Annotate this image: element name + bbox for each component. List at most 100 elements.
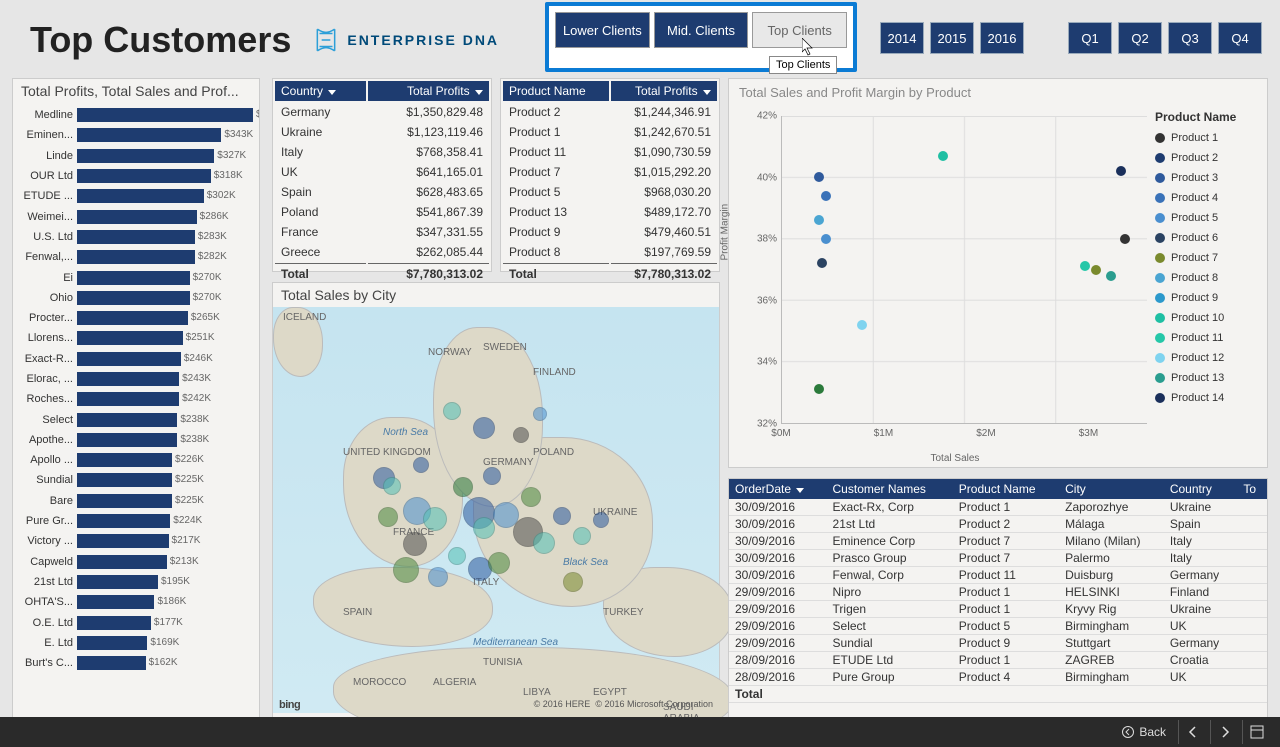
col-total-profits[interactable]: Total Profits — [368, 81, 489, 101]
bar-row[interactable]: Select$238K — [19, 409, 253, 429]
map-bubble[interactable] — [393, 557, 419, 583]
legend-item[interactable]: Product 9 — [1155, 288, 1265, 308]
col-product name[interactable]: Product Name — [953, 479, 1059, 499]
segment-button[interactable]: Mid. Clients — [654, 12, 749, 48]
map-bubble[interactable] — [563, 572, 583, 592]
bar-row[interactable]: 21st Ltd$195K — [19, 572, 253, 592]
bar-row[interactable]: E. Ltd$169K — [19, 633, 253, 653]
bar-row[interactable]: ETUDE ...$302K — [19, 186, 253, 206]
map-bubble[interactable] — [413, 457, 429, 473]
map-bubble[interactable] — [488, 552, 510, 574]
col-orderdate[interactable]: OrderDate — [729, 479, 827, 499]
col-total-profits[interactable]: Total Profits — [611, 81, 717, 101]
bar-row[interactable]: OHTA'S...$186K — [19, 592, 253, 612]
bar-row[interactable]: Roches...$242K — [19, 389, 253, 409]
legend-item[interactable]: Product 6 — [1155, 228, 1265, 248]
map-bubble[interactable] — [533, 532, 555, 554]
table-row[interactable]: Product 11$1,090,730.59 — [503, 143, 717, 161]
legend-item[interactable]: Product 3 — [1155, 168, 1265, 188]
product-profits-table[interactable]: Product Name Total Profits Product 2$1,2… — [500, 78, 720, 272]
table-row[interactable]: Product 9$479,460.51 — [503, 223, 717, 241]
table-row[interactable]: Product 13$489,172.70 — [503, 203, 717, 221]
map-bubble[interactable] — [378, 507, 398, 527]
bar-row[interactable]: Exact-R...$246K — [19, 349, 253, 369]
quarter-button[interactable]: Q1 — [1068, 22, 1112, 54]
legend-item[interactable]: Product 1 — [1155, 128, 1265, 148]
bar-row[interactable]: Linde$327K — [19, 146, 253, 166]
year-button[interactable]: 2015 — [930, 22, 974, 54]
bar-row[interactable]: Ohio$270K — [19, 288, 253, 308]
bar-row[interactable]: Medline$421K — [19, 105, 253, 125]
table-row[interactable]: 30/09/2016Eminence CorpProduct 7Milano (… — [729, 533, 1267, 550]
table-row[interactable]: Poland$541,867.39 — [275, 203, 489, 221]
bar-row[interactable]: Elorac, ...$243K — [19, 369, 253, 389]
year-button[interactable]: 2016 — [980, 22, 1024, 54]
table-row[interactable]: 29/09/2016NiproProduct 1HELSINKIFinland — [729, 584, 1267, 601]
map-bubble[interactable] — [473, 417, 495, 439]
map-bubble[interactable] — [521, 487, 541, 507]
table-row[interactable]: UK$641,165.01 — [275, 163, 489, 181]
table-row[interactable]: 29/09/2016TrigenProduct 1Kryvy RigUkrain… — [729, 601, 1267, 618]
table-row[interactable]: 29/09/2016SundialProduct 9StuttgartGerma… — [729, 635, 1267, 652]
map-bubble[interactable] — [553, 507, 571, 525]
segment-button[interactable]: Top Clients — [752, 12, 847, 48]
quarter-button[interactable]: Q3 — [1168, 22, 1212, 54]
table-row[interactable]: 30/09/2016Prasco GroupProduct 7PalermoIt… — [729, 550, 1267, 567]
map-bubble[interactable] — [593, 512, 609, 528]
col-product-name[interactable]: Product Name — [503, 81, 609, 101]
scatter-point[interactable] — [821, 191, 831, 201]
map-bubble[interactable] — [483, 467, 501, 485]
bar-row[interactable]: OUR Ltd$318K — [19, 166, 253, 186]
map-bubble[interactable] — [443, 402, 461, 420]
scatter-point[interactable] — [1080, 261, 1090, 271]
map-bubble[interactable] — [473, 517, 495, 539]
bar-row[interactable]: Burt's C...$162K — [19, 653, 253, 673]
scatter-point[interactable] — [938, 151, 948, 161]
scatter-point[interactable] — [817, 258, 827, 268]
bar-row[interactable]: Fenwal,...$282K — [19, 247, 253, 267]
bar-row[interactable]: O.E. Ltd$177K — [19, 612, 253, 632]
table-row[interactable]: France$347,331.55 — [275, 223, 489, 241]
table-row[interactable]: Ukraine$1,123,119.46 — [275, 123, 489, 141]
scatter-point[interactable] — [1120, 234, 1130, 244]
table-row[interactable]: Product 8$197,769.59 — [503, 243, 717, 261]
bar-row[interactable]: Sundial$225K — [19, 470, 253, 490]
scatter-point[interactable] — [1116, 166, 1126, 176]
map-bubble[interactable] — [533, 407, 547, 421]
customer-profits-bar-chart[interactable]: Total Profits, Total Sales and Prof... M… — [12, 78, 260, 718]
bar-row[interactable]: Llorens...$251K — [19, 328, 253, 348]
col-country[interactable]: Country — [1164, 479, 1238, 499]
legend-item[interactable]: Product 14 — [1155, 388, 1265, 408]
table-row[interactable]: 30/09/201621st LtdProduct 2MálagaSpain — [729, 516, 1267, 533]
scatter-point[interactable] — [821, 234, 831, 244]
quarter-button[interactable]: Q2 — [1118, 22, 1162, 54]
map-bubble[interactable] — [428, 567, 448, 587]
legend-item[interactable]: Product 2 — [1155, 148, 1265, 168]
bar-row[interactable]: Apollo ...$226K — [19, 450, 253, 470]
year-button[interactable]: 2014 — [880, 22, 924, 54]
map-bubble[interactable] — [573, 527, 591, 545]
scatter-point[interactable] — [1091, 265, 1101, 275]
table-row[interactable]: 28/09/2016ETUDE LtdProduct 1ZAGREBCroati… — [729, 652, 1267, 669]
col-to[interactable]: To — [1237, 479, 1267, 499]
next-page-button[interactable] — [1210, 720, 1238, 744]
bar-row[interactable]: Apothe...$238K — [19, 430, 253, 450]
table-row[interactable]: Product 5$968,030.20 — [503, 183, 717, 201]
bar-row[interactable]: Pure Gr...$224K — [19, 511, 253, 531]
orders-table[interactable]: OrderDate Customer NamesProduct NameCity… — [728, 478, 1268, 718]
scatter-point[interactable] — [1106, 271, 1116, 281]
bar-row[interactable]: Procter...$265K — [19, 308, 253, 328]
quarter-button[interactable]: Q4 — [1218, 22, 1262, 54]
legend-item[interactable]: Product 5 — [1155, 208, 1265, 228]
bar-row[interactable]: Victory ...$217K — [19, 531, 253, 551]
scatter-point[interactable] — [814, 172, 824, 182]
segment-button[interactable]: Lower Clients — [555, 12, 650, 48]
back-button[interactable]: Back — [1113, 725, 1174, 739]
table-row[interactable]: Product 2$1,244,346.91 — [503, 103, 717, 121]
map-bubble[interactable] — [453, 477, 473, 497]
legend-item[interactable]: Product 8 — [1155, 268, 1265, 288]
table-row[interactable]: 30/09/2016Exact-Rx, CorpProduct 1Zaporoz… — [729, 499, 1267, 516]
bar-row[interactable]: Capweld$213K — [19, 552, 253, 572]
col-country[interactable]: Country — [275, 81, 366, 101]
map-bubble[interactable] — [403, 532, 427, 556]
